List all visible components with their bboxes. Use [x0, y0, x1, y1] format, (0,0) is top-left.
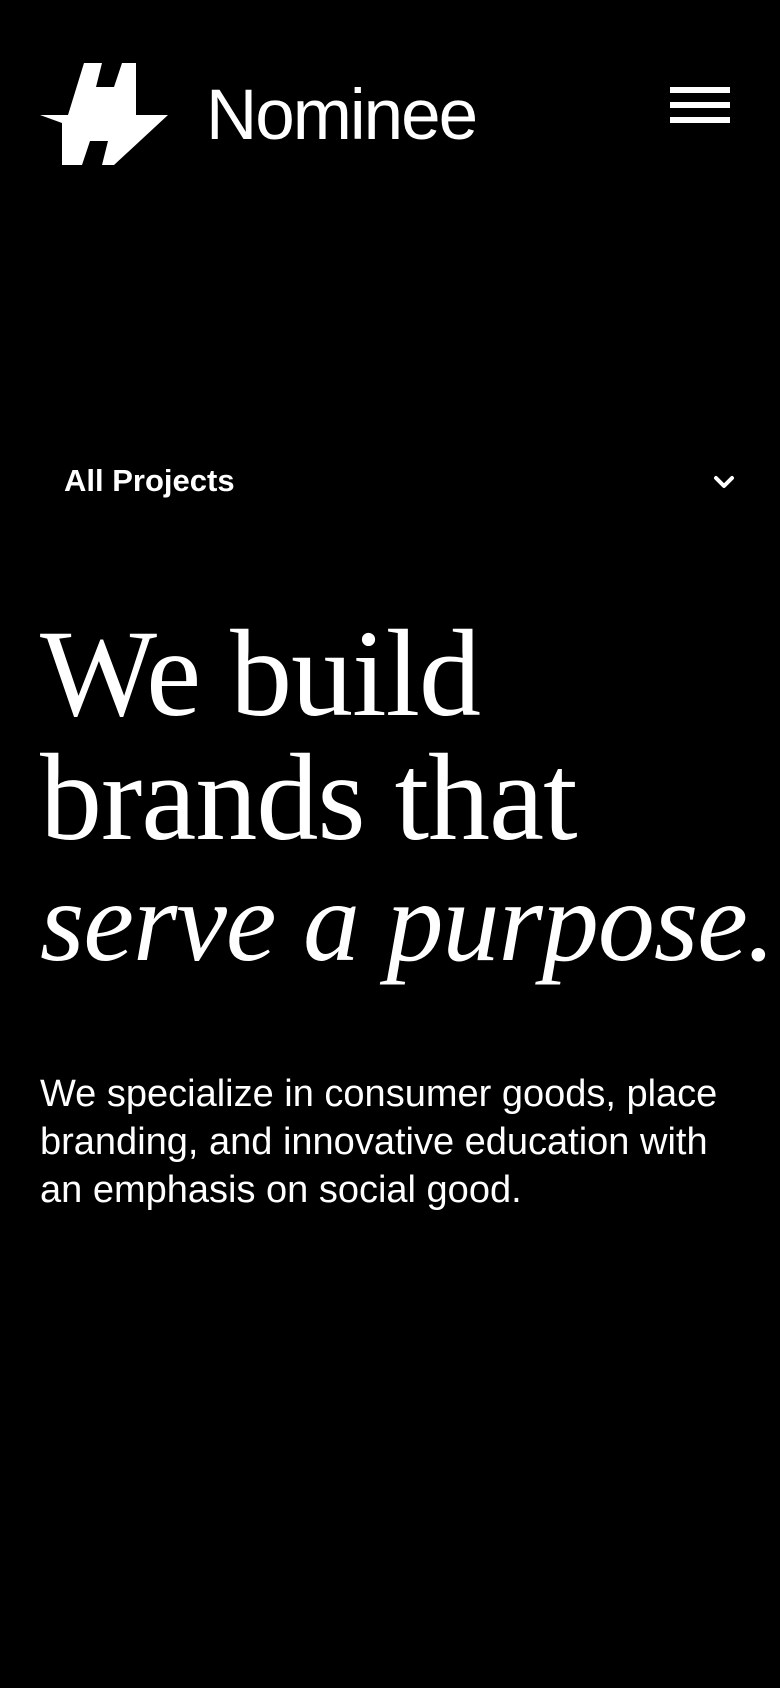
chevron-down-icon [714, 476, 734, 488]
hero-headline-line-2: brands that [40, 729, 578, 866]
site-header: Nominee [0, 0, 780, 200]
home-logo-link[interactable]: Nominee [40, 62, 478, 166]
project-filter-label: All Projects [64, 463, 235, 498]
hamburger-menu-icon-bar [670, 117, 730, 123]
logo-mark-icon [40, 63, 168, 165]
hamburger-menu-icon [670, 87, 730, 93]
hero-headline-line-1: We build [40, 605, 481, 742]
menu-button[interactable] [668, 84, 732, 132]
hero-headline: We build brands that serve a purpose. [40, 605, 775, 985]
brand-wordmark: Nominee [206, 75, 478, 155]
project-filter-dropdown[interactable]: All Projects [40, 450, 740, 514]
intro-description: We specialize in consumer goods, place b… [40, 1073, 718, 1211]
hero-headline-line-3: serve a purpose. [40, 858, 775, 985]
hamburger-menu-icon-bar [670, 102, 730, 108]
